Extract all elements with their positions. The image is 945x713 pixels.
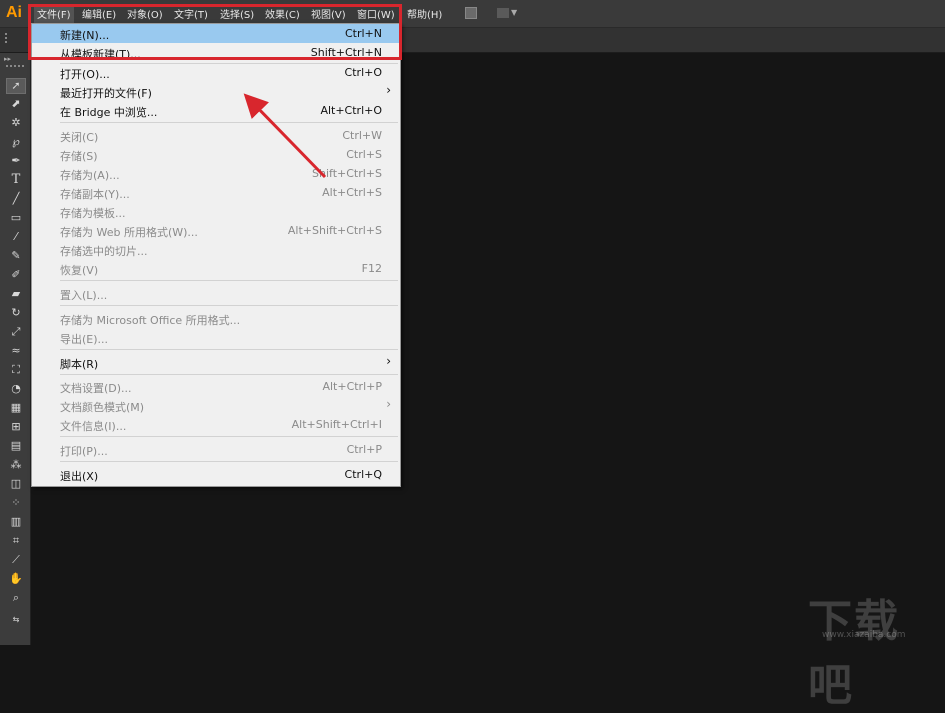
watermark-logo: 下载吧 xyxy=(808,597,900,710)
annotation-arrow-icon xyxy=(243,93,327,179)
watermark-url: www.xiazaiba.com xyxy=(822,630,906,640)
